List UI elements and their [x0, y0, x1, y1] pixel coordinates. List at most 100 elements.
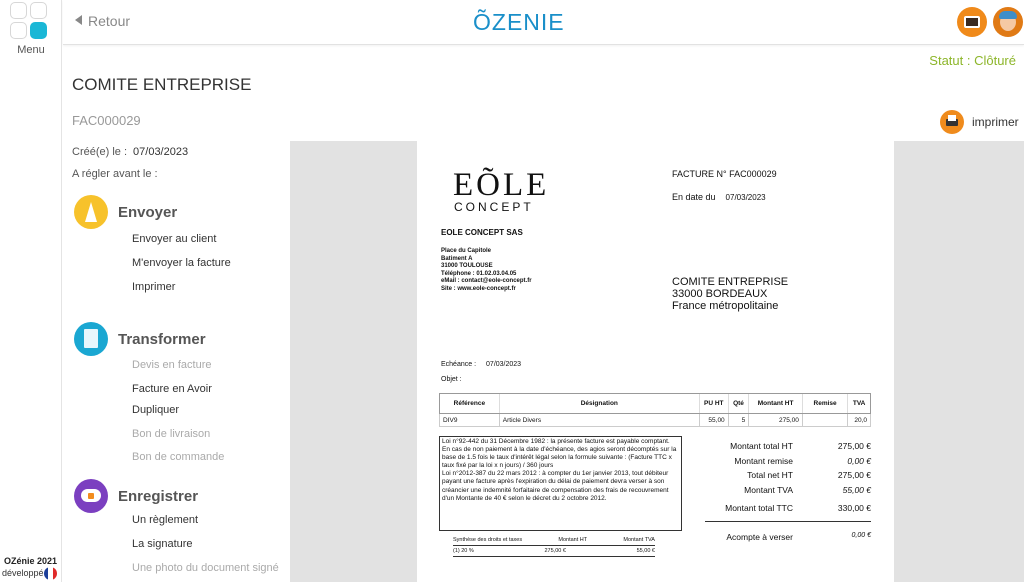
total-value: 55,00 €	[842, 484, 871, 495]
quote-to-invoice-link[interactable]: Devis en facture	[132, 359, 224, 383]
cell-designation: Article Divers	[498, 413, 700, 427]
tax-summary-rate: (1) 20 %	[453, 548, 474, 554]
col-designation: Désignation	[498, 393, 700, 414]
send-title: Envoyer	[118, 203, 178, 221]
total-label: Montant TVA	[744, 484, 793, 495]
credit-note-link[interactable]: Facture en Avoir	[132, 383, 224, 404]
tax-summary: Synthèse des droits et taxes Montant HT Mo…	[453, 537, 655, 557]
duplicate-link[interactable]: Dupliquer	[132, 404, 224, 428]
invoice-sheet: EÕLE CONCEPT FACTURE N° FAC000029 En dat…	[417, 141, 894, 582]
order-form-link[interactable]: Bon de commande	[132, 451, 224, 475]
total-value: 275,00 €	[837, 470, 871, 481]
invoice-date-label: En date du	[672, 192, 716, 202]
invoice-date: En date du 07/03/2023	[672, 192, 766, 202]
table-row: DIV9 Article Divers 55,00 5 275,00 20,0	[439, 413, 871, 427]
document-icon	[74, 322, 108, 356]
print-link[interactable]: Imprimer	[132, 281, 231, 305]
send-items: Envoyer au client M'envoyer la facture I…	[74, 233, 231, 305]
client-line: COMITE ENTREPRISE	[672, 276, 789, 288]
deposit-row: Acompte à verser 0,00 €	[705, 532, 871, 542]
invoice-due: Echéance : 07/03/2023	[441, 361, 521, 368]
totals-block: Montant total HT 275,00 € Montant remise 0…	[705, 441, 871, 523]
payment-link[interactable]: Un règlement	[132, 514, 279, 538]
printer-icon	[940, 110, 964, 134]
page-title: COMITE ENTREPRISE	[72, 75, 252, 94]
cell-amount-ht: 275,00	[748, 413, 803, 427]
total-label: Montant total HT	[730, 441, 793, 451]
back-button[interactable]: Retour	[75, 13, 130, 29]
cell-reference: DIV9	[439, 413, 500, 427]
invoice-object: Objet :	[441, 376, 462, 383]
seller-line: Batiment A	[441, 255, 473, 262]
col-reference: Référence	[439, 393, 500, 414]
invoice-preview[interactable]: EÕLE CONCEPT FACTURE N° FAC000029 En dat…	[290, 141, 1024, 582]
due-date-label: A régler avant le :	[72, 168, 158, 180]
col-amount-ht: Montant HT	[748, 393, 803, 414]
seller-line: Site : www.eole-concept.fr	[441, 285, 516, 292]
client-line: 33000 BORDEAUX	[672, 288, 768, 300]
due-label: Echéance :	[441, 361, 477, 368]
created-label: Créé(e) le :	[72, 146, 128, 158]
eole-logo-sub: CONCEPT	[454, 200, 534, 214]
total-ttc-label: Montant total TTC	[725, 503, 793, 514]
cell-qty: 5	[727, 413, 750, 427]
eole-logo: EÕLE	[453, 167, 550, 203]
signature-link[interactable]: La signature	[132, 538, 279, 562]
paper-plane-icon	[74, 195, 108, 229]
tax-summary-ht-header: Montant HT	[558, 537, 588, 543]
french-flag-icon	[44, 567, 57, 580]
send-to-client-link[interactable]: Envoyer au client	[132, 233, 231, 257]
footer-developed: développé	[2, 568, 44, 578]
delivery-note-link[interactable]: Bon de livraison	[132, 428, 224, 451]
print-button[interactable]: imprimer	[940, 110, 1019, 134]
created-value: 07/03/2023	[133, 146, 189, 158]
total-value: 0,00 €	[847, 455, 871, 466]
cloud-download-icon	[74, 479, 108, 513]
due-value: 07/03/2023	[486, 361, 522, 368]
seller-line: 31000 TOULOUSE	[441, 263, 493, 269]
back-arrow-icon	[75, 15, 82, 25]
save-items: Un règlement La signature Une photo du d…	[74, 514, 279, 582]
created-date: Créé(e) le : 07/03/2023	[72, 146, 188, 158]
left-rail: Menu OZénie 2021 développé	[0, 0, 62, 582]
total-row: Total net HT 275,00 €	[705, 470, 871, 485]
col-pu-ht: PU HT	[698, 393, 729, 414]
client-address: COMITE ENTREPRISE 33000 BORDEAUX France …	[672, 276, 788, 312]
seller-name: EOLE CONCEPT SAS	[441, 228, 523, 237]
menu-label[interactable]: Menu	[0, 44, 62, 56]
transform-items: Devis en facture Facture en Avoir Dupliq…	[74, 359, 224, 475]
tax-summary-title: Synthèse des droits et taxes	[453, 537, 523, 543]
tv-icon[interactable]	[957, 7, 987, 37]
col-qty: Qté	[727, 393, 749, 414]
signed-photo-link[interactable]: Une photo du document signé	[132, 562, 279, 582]
transform-section: Transformer	[74, 322, 206, 356]
cell-discount	[801, 413, 849, 427]
ozenie-logo: ÕZENIE	[473, 9, 565, 35]
total-label: Total net HT	[747, 470, 793, 481]
footer-brand: OZénie 2021	[4, 556, 58, 566]
menu-icon[interactable]	[10, 2, 50, 42]
total-row: Montant remise 0,00 €	[705, 456, 871, 471]
print-label: imprimer	[972, 115, 1019, 129]
deposit-label: Acompte à verser	[726, 532, 793, 542]
top-header: Retour ÕZENIE	[63, 0, 1024, 45]
seller-address: Place du Capitole Batiment A 31000 TOULO…	[441, 248, 532, 293]
total-value: 275,00 €	[837, 441, 871, 451]
col-vat: TVA	[847, 393, 871, 414]
transform-title: Transformer	[118, 330, 206, 348]
total-row: Montant TVA 55,00 €	[705, 485, 871, 500]
send-to-me-link[interactable]: M'envoyer la facture	[132, 257, 231, 281]
client-line: France métropolitaine	[672, 300, 779, 312]
invoice-number: FACTURE N° FAC000029	[672, 169, 777, 179]
tax-summary-vat: 55,00 €	[636, 548, 655, 554]
send-section: Envoyer	[74, 195, 177, 229]
user-avatar[interactable]	[993, 7, 1023, 37]
total-ttc-row: Montant total TTC 330,00 €	[705, 503, 871, 523]
save-section: Enregistrer	[74, 479, 198, 513]
col-discount: Remise	[801, 393, 848, 414]
seller-line: eMail : contact@eole-concept.fr	[441, 278, 532, 284]
total-label: Montant remise	[734, 455, 793, 466]
seller-line: Place du Capitole	[441, 248, 492, 254]
cell-vat: 20,0	[847, 413, 871, 427]
seller-line: Téléphone : 01.02.03.04.05	[441, 270, 517, 277]
